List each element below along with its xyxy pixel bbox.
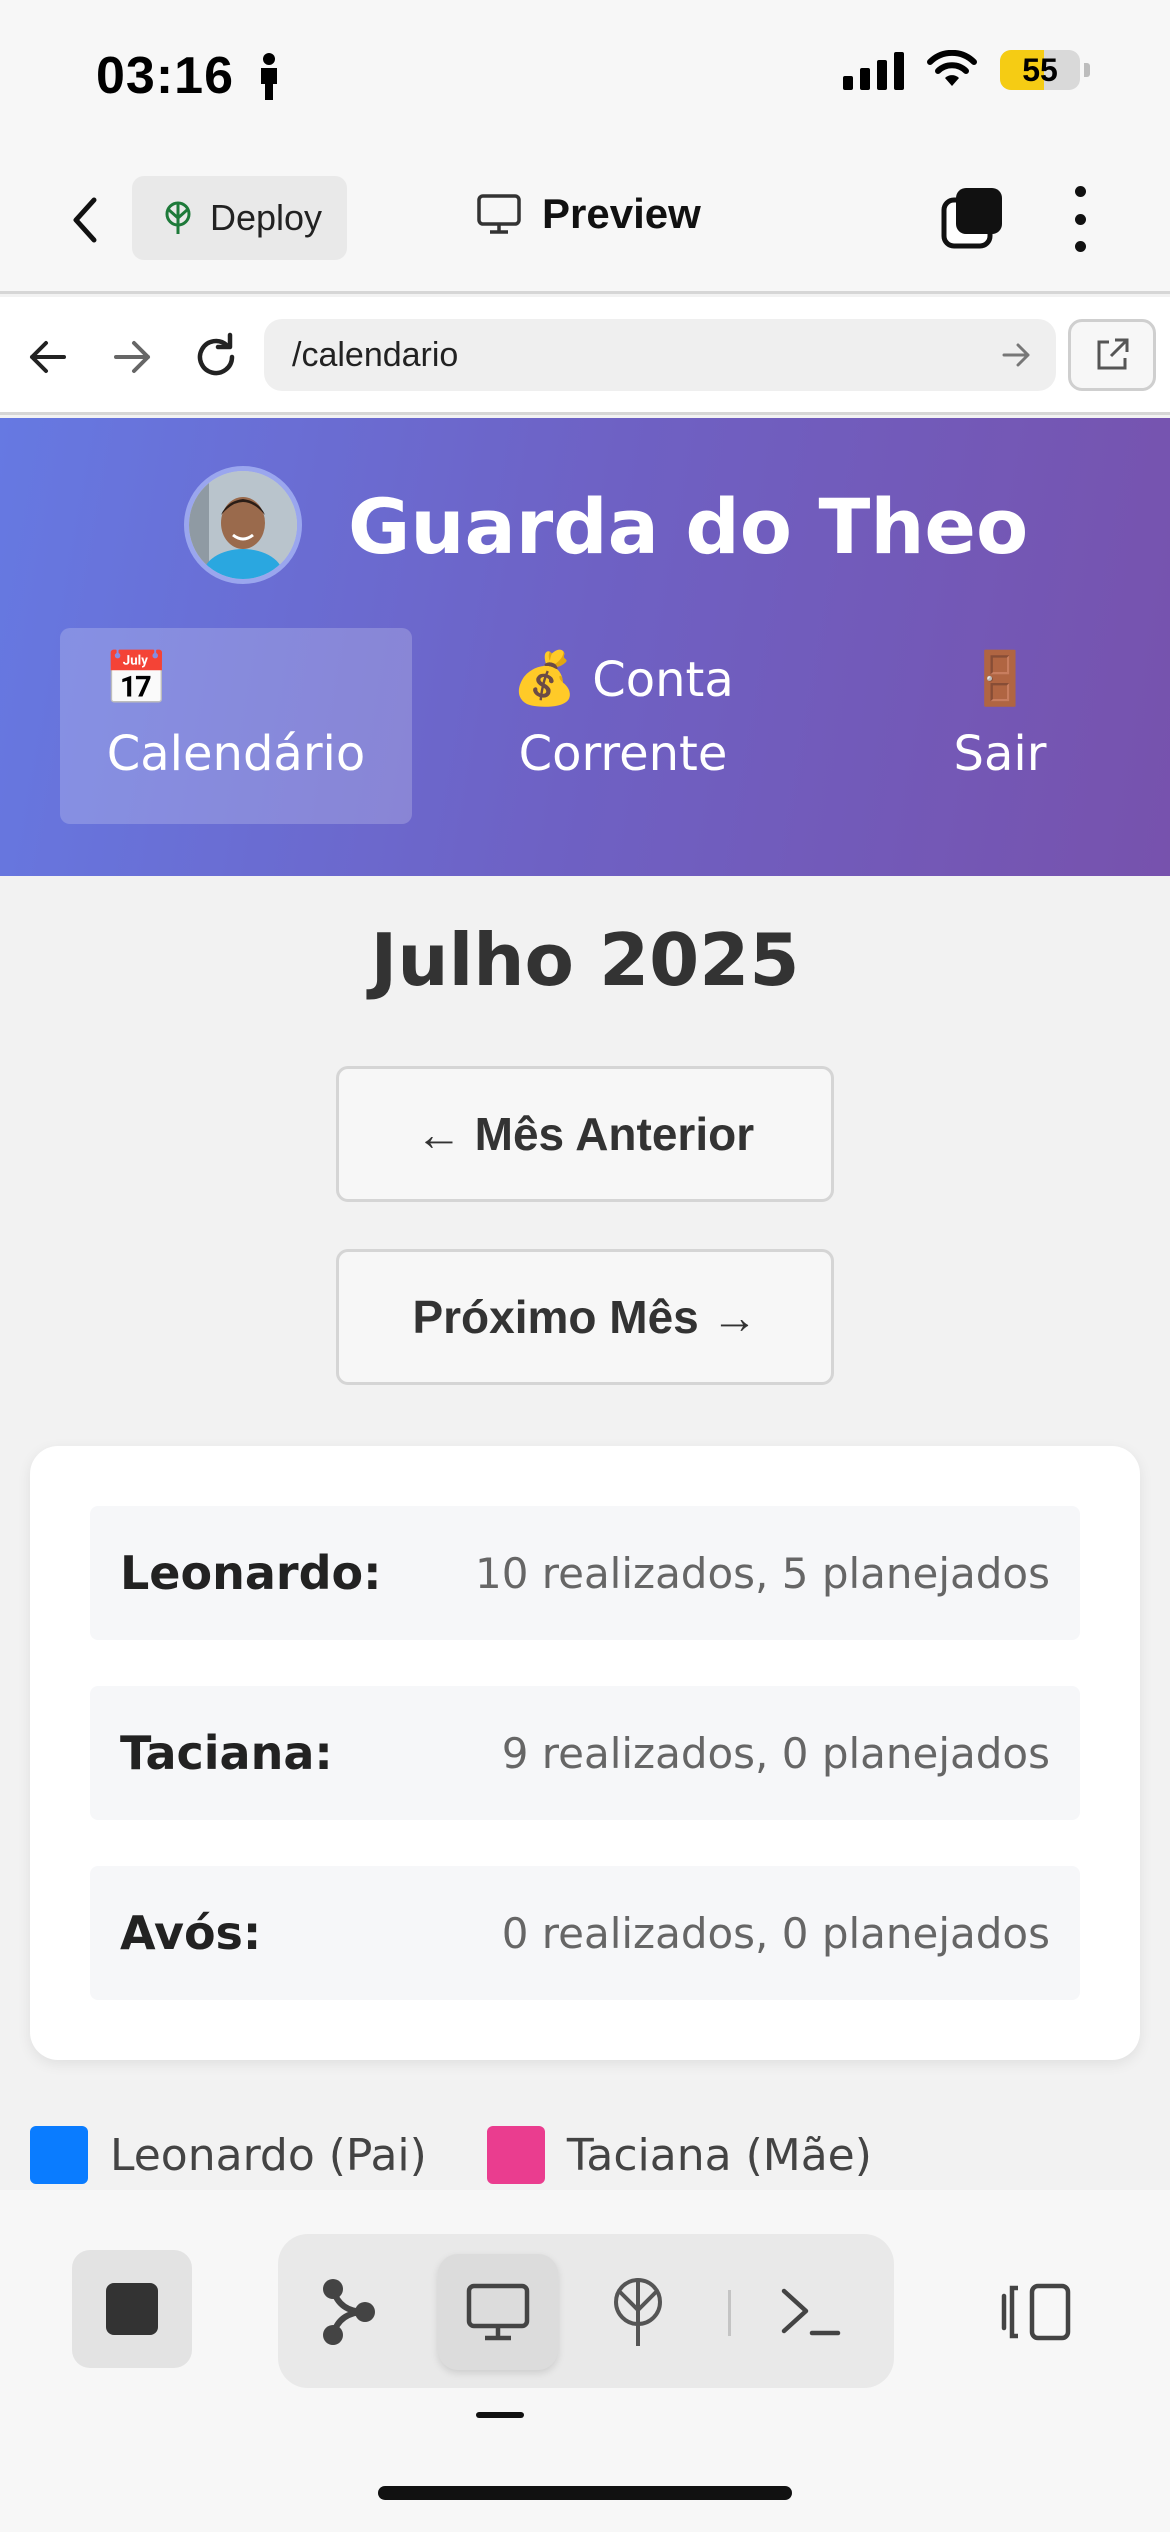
signal-icon — [843, 50, 904, 90]
nav-calendario[interactable]: 📅 Calendário — [60, 628, 412, 824]
home-indicator[interactable] — [378, 2486, 792, 2500]
wifi-icon — [927, 50, 977, 86]
money-bag-icon: 💰 — [512, 649, 577, 709]
url-field[interactable]: /calendario — [264, 319, 1056, 391]
more-options-icon[interactable] — [1058, 186, 1102, 252]
battery-icon: 55 — [1000, 50, 1080, 90]
calendar-icon: 📅 — [104, 649, 169, 709]
legend: Leonardo (Pai) Taciana (Mãe) — [30, 2126, 932, 2184]
stat-name: Leonardo: — [120, 1546, 382, 1600]
stop-button[interactable] — [72, 2250, 192, 2368]
preview-label: Preview — [542, 190, 701, 237]
legend-label: Taciana (Mãe) — [566, 2129, 872, 2181]
browser-bar: /calendario — [0, 297, 1170, 415]
nav-calendario-label: Calendário — [106, 726, 366, 782]
split-view-icon[interactable] — [1000, 2282, 1072, 2342]
battery-nub — [1084, 63, 1090, 77]
url-text: /calendario — [292, 335, 459, 374]
tool-group — [278, 2234, 894, 2388]
open-external-button[interactable] — [1068, 319, 1156, 391]
status-time: 03:16 — [96, 47, 234, 105]
stat-row-avos: Avós: 0 realizados, 0 planejados — [90, 1866, 1080, 2000]
stop-icon — [106, 2283, 158, 2335]
deploy-icon — [165, 201, 191, 234]
legend-item-taciana: Taciana (Mãe) — [486, 2126, 872, 2184]
nav-sair[interactable]: 🚪 Sair — [930, 628, 1070, 824]
tool-separator — [728, 2290, 731, 2336]
stat-value: 0 realizados, 0 planejados — [501, 1908, 1050, 1958]
site-header: Guarda do Theo 📅 Calendário 💰 Conta Corr… — [0, 418, 1170, 876]
stat-name: Avós: — [120, 1906, 262, 1960]
avatar — [184, 466, 302, 584]
legend-swatch — [30, 2126, 88, 2184]
deploy-icon — [614, 2278, 662, 2346]
legend-item-leonardo: Leonardo (Pai) — [30, 2126, 427, 2184]
reload-icon[interactable] — [186, 327, 246, 387]
site-title: Guarda do Theo — [348, 482, 1029, 571]
git-branch-button[interactable] — [288, 2254, 408, 2370]
nav-conta-corrente-label: 💰 Conta Corrente — [512, 649, 734, 782]
external-link-icon — [1097, 338, 1129, 370]
nav-conta-corrente[interactable]: 💰 Conta Corrente — [478, 628, 768, 824]
browser-forward-icon[interactable] — [102, 327, 162, 387]
battery-percent: 55 — [1022, 51, 1058, 88]
terminal-icon — [781, 2288, 841, 2336]
branch-icon — [323, 2279, 375, 2345]
avatar-photo — [189, 471, 297, 579]
status-bar: 03:16 55 — [0, 0, 1170, 150]
browser-back-icon[interactable] — [18, 327, 78, 387]
deploy-label: Deploy — [210, 197, 323, 238]
monitor-icon — [477, 194, 521, 234]
bottom-toolbar — [0, 2190, 1170, 2532]
status-indicators: 55 — [843, 50, 1090, 90]
tabs-icon[interactable] — [940, 186, 1004, 250]
stat-value: 9 realizados, 0 planejados — [501, 1728, 1050, 1778]
month-title: Julho 2025 — [370, 918, 800, 1002]
stat-name: Taciana: — [120, 1726, 333, 1780]
door-icon: 🚪 — [967, 649, 1033, 709]
person-icon — [261, 53, 277, 100]
go-arrow-icon[interactable] — [998, 337, 1034, 373]
stats-card: Leonardo: 10 realizados, 5 planejados Ta… — [30, 1446, 1140, 2060]
stat-value: 10 realizados, 5 planejados — [474, 1548, 1050, 1598]
monitor-icon — [466, 2283, 530, 2341]
preview-tool-button[interactable] — [438, 2254, 558, 2370]
stat-row-taciana: Taciana: 9 realizados, 0 planejados — [90, 1686, 1080, 1820]
deploy-button[interactable]: Deploy — [132, 176, 347, 260]
app-toolbar: Deploy Preview — [0, 150, 1170, 294]
nav-sair-label: Sair — [953, 726, 1047, 782]
legend-label: Leonardo (Pai) — [110, 2129, 427, 2181]
stat-row-leonardo: Leonardo: 10 realizados, 5 planejados — [90, 1506, 1080, 1640]
deploy-tool-button[interactable] — [578, 2254, 698, 2370]
previous-month-button[interactable]: ← Mês Anterior — [336, 1066, 834, 1202]
console-button[interactable] — [750, 2254, 870, 2370]
back-chevron-icon[interactable] — [60, 190, 110, 250]
preview-title: Preview — [476, 190, 701, 238]
next-month-button[interactable]: Próximo Mês → — [336, 1249, 834, 1385]
legend-swatch — [486, 2126, 545, 2184]
panel-indicator — [476, 2412, 524, 2418]
